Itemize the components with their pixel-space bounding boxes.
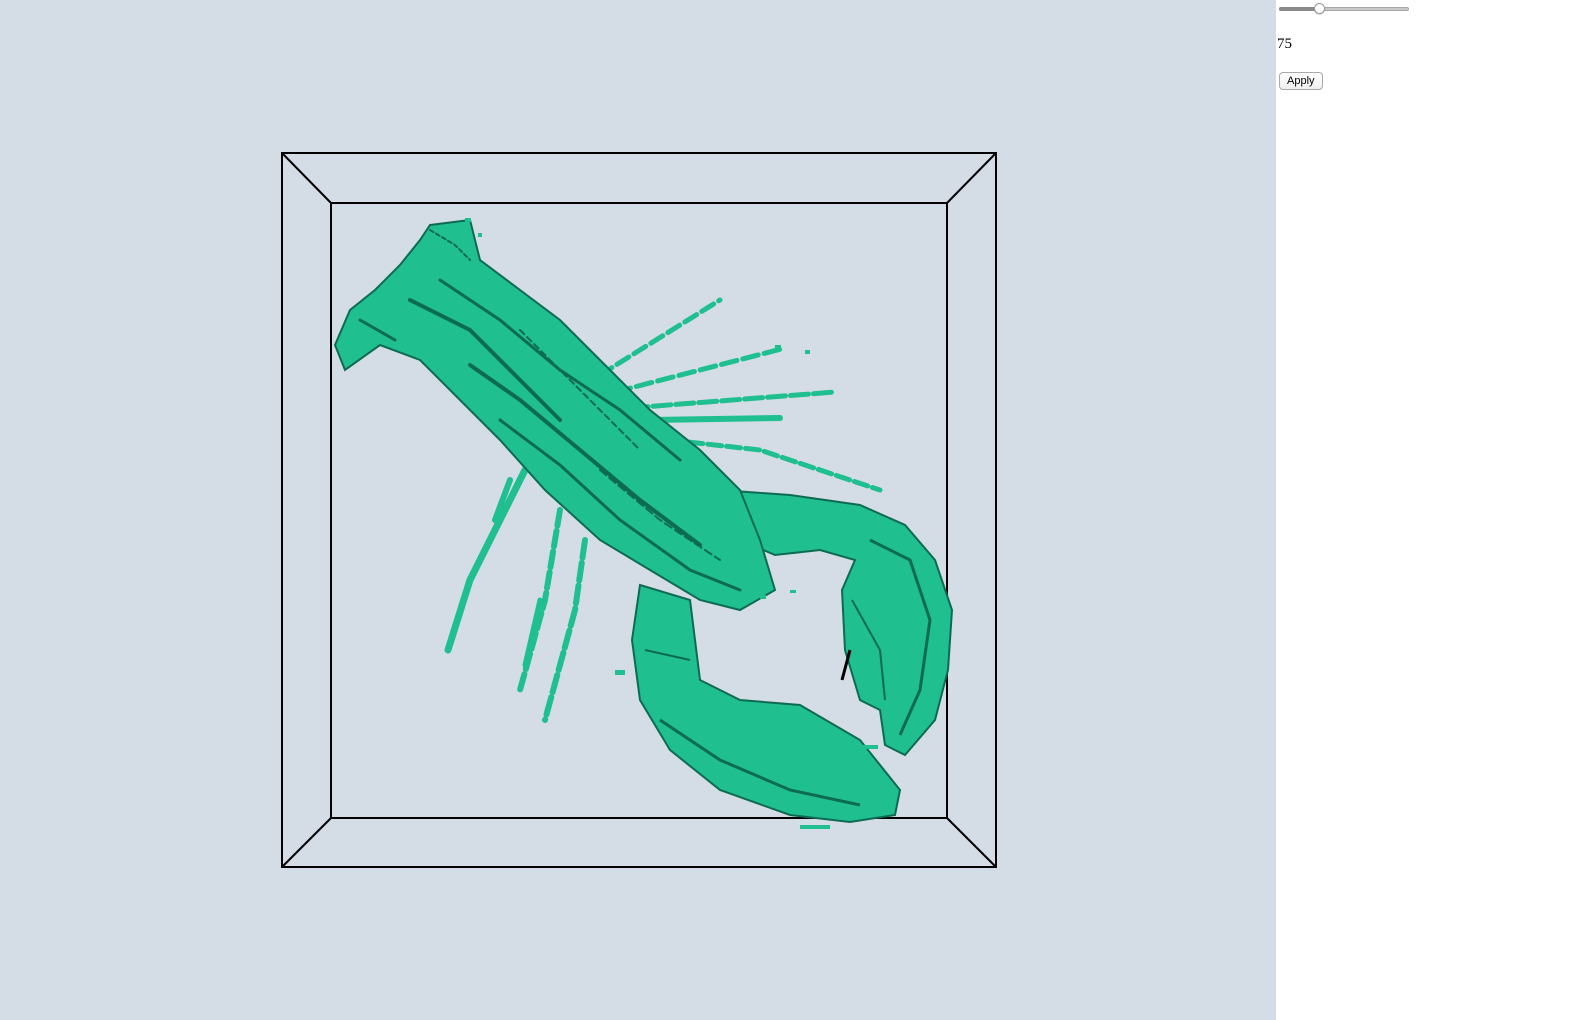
bounding-box-edge: [281, 152, 332, 204]
render-viewport[interactable]: [0, 0, 1276, 1020]
isovalue-slider[interactable]: [1279, 2, 1409, 18]
volume-render-canvas[interactable]: [0, 0, 1276, 1020]
bounding-box-edge: [281, 817, 332, 868]
isovalue-readout: 75: [1277, 36, 1292, 52]
bounding-box-edge: [946, 817, 997, 868]
slider-thumb[interactable]: [1314, 3, 1325, 14]
control-panel: 75 Apply: [1276, 0, 1594, 1020]
apply-button[interactable]: Apply: [1279, 72, 1323, 90]
lobster-icon: [333, 218, 954, 829]
bounding-box-edge: [946, 152, 997, 204]
